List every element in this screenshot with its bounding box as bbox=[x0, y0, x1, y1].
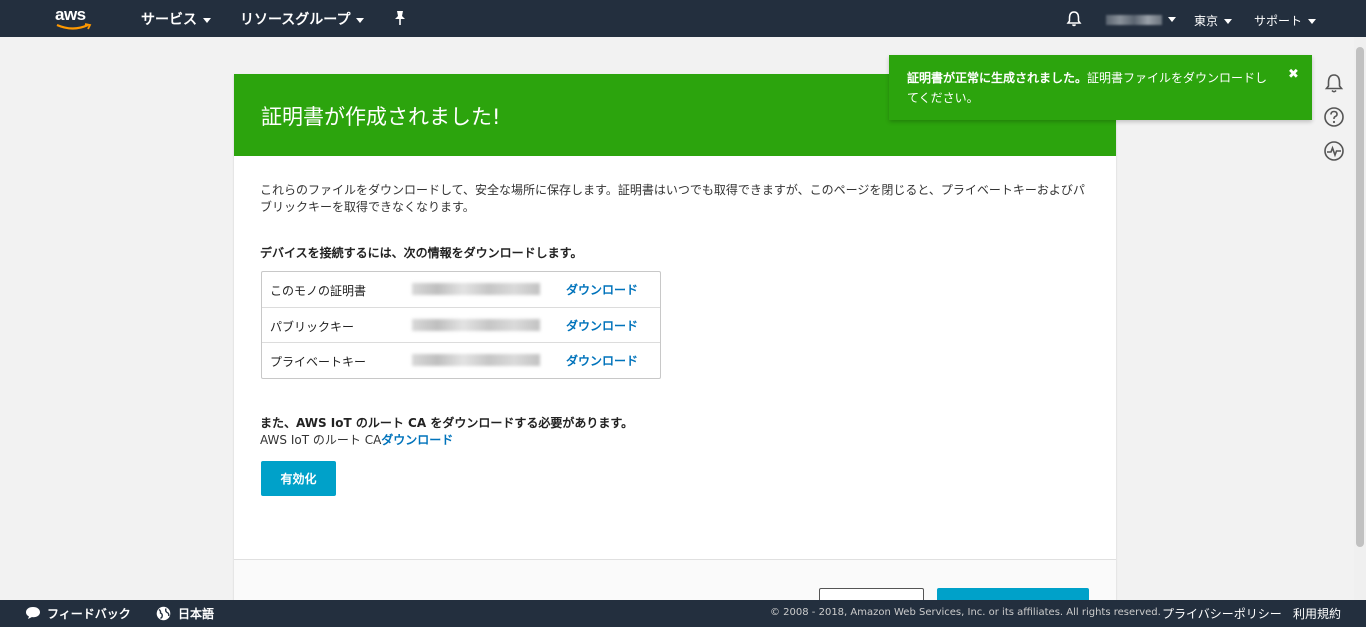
aws-logo-text: aws bbox=[55, 5, 86, 24]
chevron-down-icon bbox=[356, 17, 365, 23]
root-ca-line: AWS IoT のルート CAダウンロード bbox=[260, 431, 453, 448]
globe-icon bbox=[156, 606, 171, 621]
top-navigation-bar: aws サービス リソースグループ 東京 サポート bbox=[0, 0, 1366, 37]
chevron-down-icon bbox=[1308, 19, 1317, 24]
filename-redacted bbox=[412, 319, 540, 331]
description-text: これらのファイルをダウンロードして、安全な場所に保存します。証明書はいつでも取得… bbox=[260, 183, 1085, 214]
region-menu[interactable]: 東京 bbox=[1194, 12, 1233, 29]
scrollbar-thumb[interactable] bbox=[1356, 47, 1364, 547]
download-row-public-key: パブリックキー ダウンロード bbox=[262, 307, 660, 343]
download-row-label: プライベートキー bbox=[270, 355, 367, 369]
download-table: このモノの証明書 ダウンロード パブリックキー ダウンロード プライベートキー … bbox=[261, 271, 661, 379]
notification-message: 証明書が正常に生成されました。証明書ファイルをダウンロードしてください。 bbox=[907, 68, 1277, 108]
download-row-label: このモノの証明書 bbox=[270, 284, 367, 298]
support-label: サポート bbox=[1254, 14, 1303, 28]
page-title: 証明書が作成されました! bbox=[261, 105, 501, 129]
download-row-label: パブリックキー bbox=[270, 320, 355, 334]
help-icon[interactable] bbox=[1323, 106, 1345, 128]
chevron-down-icon bbox=[1224, 19, 1233, 24]
resource-groups-menu[interactable]: リソースグループ bbox=[240, 9, 365, 29]
aws-smile-icon bbox=[56, 23, 92, 30]
filename-redacted bbox=[412, 354, 540, 366]
activity-icon[interactable] bbox=[1323, 140, 1345, 162]
download-certificate-link[interactable]: ダウンロード bbox=[566, 281, 638, 298]
language-label: 日本語 bbox=[178, 607, 215, 621]
activate-button[interactable]: 有効化 bbox=[261, 461, 336, 496]
pin-icon[interactable] bbox=[393, 10, 407, 30]
download-subheading: デバイスを接続するには、次の情報をダウンロードします。 bbox=[260, 246, 583, 260]
account-menu[interactable] bbox=[1106, 12, 1176, 26]
services-menu[interactable]: サービス bbox=[141, 9, 211, 29]
certificate-created-card: 証明書が作成されました! これらのファイルをダウンロードして、安全な場所に保存し… bbox=[234, 74, 1116, 616]
download-public-key-link[interactable]: ダウンロード bbox=[566, 317, 638, 334]
aws-logo[interactable]: aws bbox=[55, 5, 95, 31]
resource-groups-label: リソースグループ bbox=[240, 12, 351, 28]
services-menu-label: サービス bbox=[141, 12, 197, 28]
support-menu[interactable]: サポート bbox=[1254, 12, 1317, 29]
root-ca-label: AWS IoT のルート CA bbox=[260, 433, 382, 447]
terms-of-use-link[interactable]: 利用規約 bbox=[1293, 605, 1341, 622]
root-ca-note: また、AWS IoT のルート CA をダウンロードする必要があります。 bbox=[260, 416, 634, 430]
copyright-text: © 2008 - 2018, Amazon Web Services, Inc.… bbox=[770, 607, 1161, 618]
page-scrollbar[interactable] bbox=[1354, 37, 1366, 600]
chat-bubble-icon bbox=[26, 607, 40, 619]
notification-message-bold: 証明書が正常に生成されました。 bbox=[907, 71, 1088, 85]
region-label: 東京 bbox=[1194, 14, 1219, 28]
account-name-redacted bbox=[1106, 14, 1162, 25]
feedback-link[interactable]: フィードバック bbox=[25, 605, 131, 622]
page-footer: フィードバック 日本語 © 2008 - 2018, Amazon Web Se… bbox=[0, 600, 1366, 627]
download-row-thing-certificate: このモノの証明書 ダウンロード bbox=[262, 272, 660, 307]
language-selector[interactable]: 日本語 bbox=[156, 605, 214, 622]
download-row-private-key: プライベートキー ダウンロード bbox=[262, 342, 660, 378]
privacy-policy-link[interactable]: プライバシーポリシー bbox=[1162, 605, 1282, 622]
chevron-down-icon bbox=[1168, 17, 1176, 22]
chevron-down-icon bbox=[203, 17, 211, 23]
close-icon[interactable]: ✖ bbox=[1288, 67, 1299, 82]
notifications-bell-icon[interactable] bbox=[1323, 72, 1345, 94]
bell-icon[interactable] bbox=[1066, 10, 1082, 31]
feedback-label: フィードバック bbox=[47, 607, 131, 621]
success-notification: 証明書が正常に生成されました。証明書ファイルをダウンロードしてください。 ✖ bbox=[889, 55, 1312, 120]
download-private-key-link[interactable]: ダウンロード bbox=[566, 352, 638, 369]
filename-redacted bbox=[412, 283, 540, 295]
root-ca-download-link[interactable]: ダウンロード bbox=[381, 433, 453, 447]
